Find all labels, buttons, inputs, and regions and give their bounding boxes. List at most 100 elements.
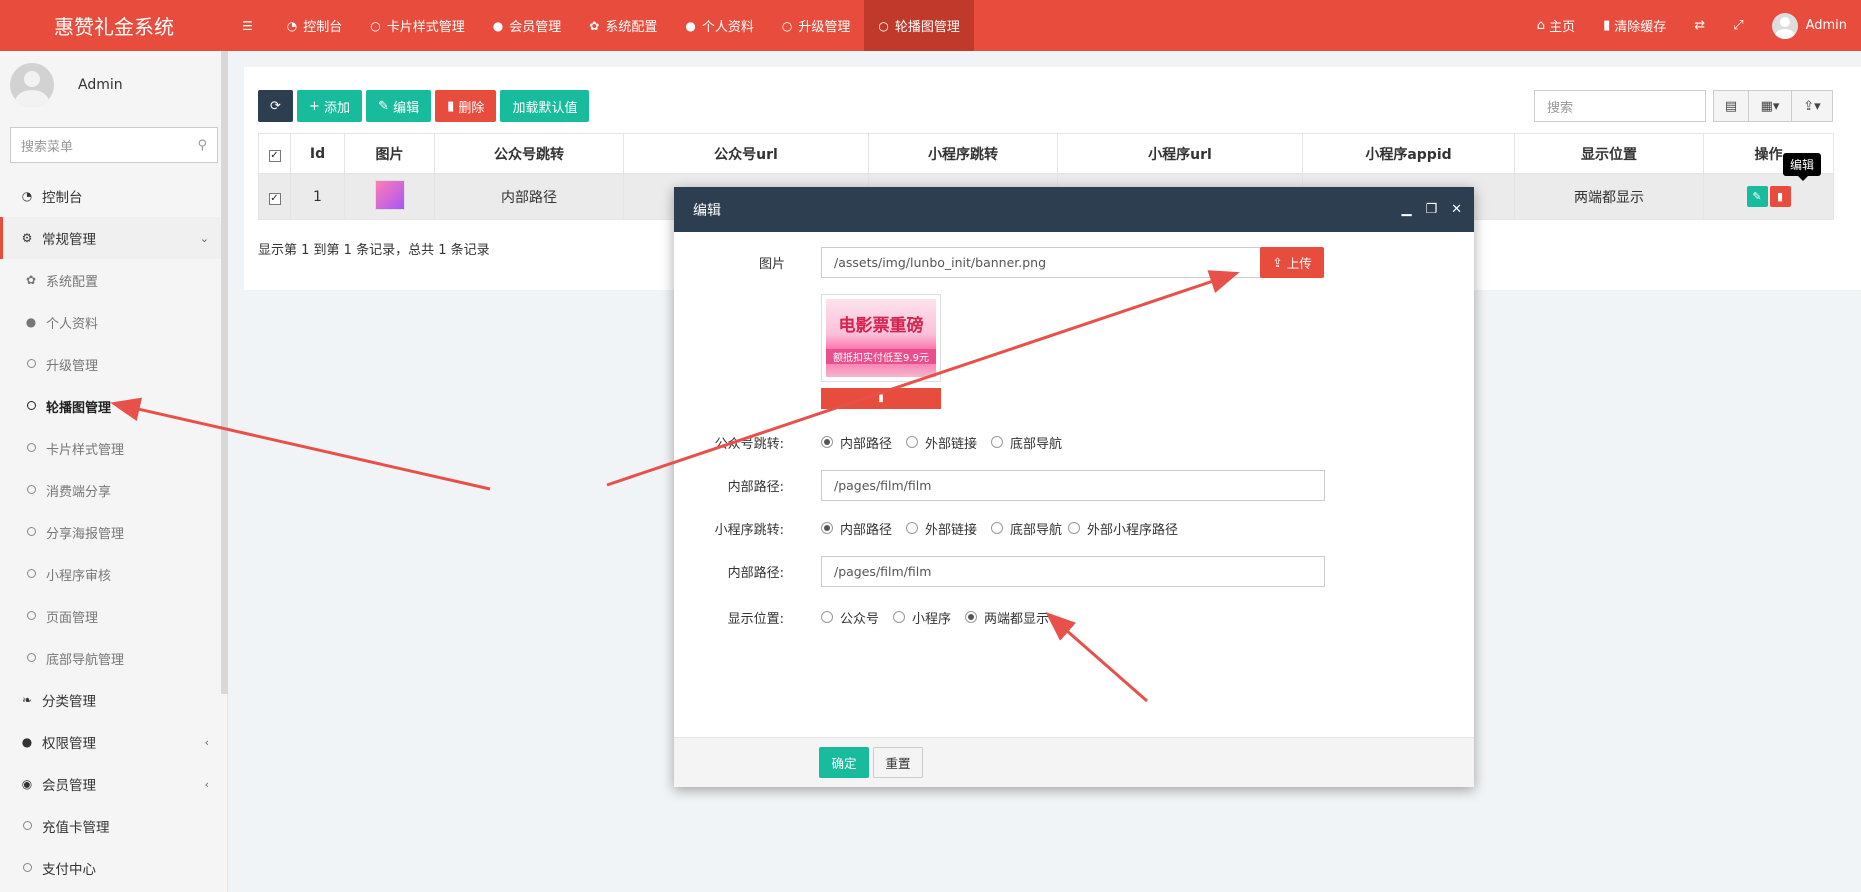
image-path-input[interactable]: /assets/img/lunbo_init/banner.png <box>821 247 1261 278</box>
select-all-checkbox[interactable]: ✓ <box>258 133 291 174</box>
cell-image[interactable] <box>344 173 435 220</box>
sidebar-item-pages[interactable]: 页面管理 <box>0 595 227 637</box>
radio-mp-internal[interactable]: 内部路径 <box>821 433 892 452</box>
confirm-button[interactable]: 确定 <box>819 747 869 778</box>
radio-position-both[interactable]: 两端都显示 <box>965 608 1049 627</box>
cell-position: 两端都显示 <box>1514 173 1704 220</box>
edit-tooltip: 编辑 <box>1783 153 1822 181</box>
edit-button[interactable]: ✎ 编辑 <box>366 90 432 122</box>
row-edit-button[interactable]: ✎ <box>1746 186 1768 207</box>
radio-position-mp[interactable]: 公众号 <box>821 608 879 627</box>
nav-tab-profile[interactable]: ● 个人资料 <box>671 0 768 51</box>
menu-search-input[interactable]: 搜索菜单 ⚲ <box>10 127 218 163</box>
refresh-icon: ⟳ <box>270 98 281 114</box>
sidebar-item-dashboard[interactable]: ◔ 控制台 <box>0 175 227 217</box>
sidebar-item-card-style[interactable]: 卡片样式管理 <box>0 427 227 469</box>
mp-path-label: 内部路径: <box>727 480 784 495</box>
nav-tab-card-style[interactable]: ○ 卡片样式管理 <box>356 0 479 51</box>
sidebar-item-category[interactable]: ❧ 分类管理 <box>0 679 227 721</box>
sidebar-item-upgrade[interactable]: 升级管理 <box>0 343 227 385</box>
radio-app-bottom-nav[interactable]: 底部导航 <box>991 519 1062 538</box>
cell-mp-jump: 内部路径 <box>434 173 624 220</box>
sidebar-item-banner[interactable]: 轮播图管理 <box>0 385 227 427</box>
plus-icon: + <box>309 98 320 114</box>
user-menu[interactable]: Admin <box>1758 12 1861 39</box>
chevron-left-icon: ‹ <box>204 735 209 749</box>
nav-tab-member[interactable]: ● 会员管理 <box>479 0 576 51</box>
circle-icon <box>24 567 38 581</box>
sidebar-item-profile[interactable]: ● 个人资料 <box>0 301 227 343</box>
cell-actions: ✎ ▮ <box>1703 173 1834 220</box>
remove-image-button[interactable]: ▮ <box>821 388 941 409</box>
column-header[interactable]: 显示位置 <box>1514 133 1704 174</box>
sidebar-item-member[interactable]: ◉ 会员管理 ‹ <box>0 763 227 805</box>
circle-icon <box>24 357 38 371</box>
sidebar-item-poster[interactable]: 分享海报管理 <box>0 511 227 553</box>
column-header[interactable]: 公众号url <box>623 133 869 174</box>
user-name: Admin <box>78 77 123 93</box>
fullscreen-button[interactable]: ⤢ <box>1719 18 1757 33</box>
table-search-input[interactable]: 搜索 <box>1534 90 1706 122</box>
toolbar: ⟳ + 添加 ✎ 编辑 ▮ 删除 加载默认值 <box>258 90 593 122</box>
upload-icon: ⇪ <box>1272 255 1283 270</box>
nav-tab-upgrade[interactable]: ○ 升级管理 <box>768 0 865 51</box>
sidebar-item-payment[interactable]: 支付中心 <box>0 847 227 889</box>
chevron-left-icon: ‹ <box>204 777 209 791</box>
mp-path-input[interactable]: /pages/film/film <box>821 470 1325 501</box>
nav-tab-banner[interactable]: ○ 轮播图管理 <box>864 0 974 51</box>
home-link[interactable]: ⌂ 主页 <box>1523 16 1589 35</box>
toggle-view-button[interactable]: ▤ <box>1713 90 1749 122</box>
banner-thumbnail[interactable] <box>374 179 405 210</box>
banner-preview-image: 电影票重磅 额抵扣实付低至9.9元 <box>826 299 936 377</box>
export-button[interactable]: ⇪▾ <box>1791 90 1833 122</box>
clear-cache-button[interactable]: ▮ 清除缓存 <box>1589 16 1680 35</box>
modal-footer: 确定 重置 <box>674 737 1474 787</box>
delete-button[interactable]: ▮ 删除 <box>435 90 497 122</box>
image-preview[interactable]: 电影票重磅 额抵扣实付低至9.9元 <box>821 294 941 382</box>
sidebar-item-recharge[interactable]: 充值卡管理 <box>0 805 227 847</box>
sidebar-item-general[interactable]: ⚙ 常规管理 ⌄ <box>0 217 227 259</box>
radio-position-app[interactable]: 小程序 <box>893 608 951 627</box>
language-button[interactable]: ⇄ <box>1680 18 1719 33</box>
sidebar-item-bottom-nav[interactable]: 底部导航管理 <box>0 637 227 679</box>
top-nav-right: ⌂ 主页 ▮ 清除缓存 ⇄ ⤢ Admin <box>1523 0 1861 51</box>
column-header[interactable]: 小程序跳转 <box>868 133 1058 174</box>
column-header[interactable]: 公众号跳转 <box>434 133 624 174</box>
cogs-icon: ⚙ <box>21 231 33 245</box>
sidebar-item-system-config[interactable]: ✿ 系统配置 <box>0 259 227 301</box>
export-icon: ⇪▾ <box>1803 98 1821 114</box>
nav-tab-dashboard[interactable]: ◔ 控制台 <box>273 0 357 51</box>
maximize-icon[interactable]: ❐ <box>1425 202 1437 217</box>
close-icon[interactable]: ✕ <box>1451 202 1462 217</box>
load-default-button[interactable]: 加载默认值 <box>500 90 590 122</box>
column-header[interactable]: 图片 <box>344 133 435 174</box>
menu-toggle-button[interactable]: ☰ <box>228 0 273 51</box>
column-header[interactable]: Id <box>290 133 345 174</box>
radio-app-internal[interactable]: 内部路径 <box>821 519 892 538</box>
sidebar-item-permission[interactable]: ● 权限管理 ‹ <box>0 721 227 763</box>
row-delete-button[interactable]: ▮ <box>1769 186 1791 207</box>
app-path-input[interactable]: /pages/film/film <box>821 556 1325 587</box>
column-header[interactable]: 小程序appid <box>1302 133 1515 174</box>
mp-jump-label: 公众号跳转: <box>714 436 784 452</box>
radio-app-external[interactable]: 外部链接 <box>906 519 977 538</box>
column-header[interactable]: 小程序url <box>1057 133 1303 174</box>
app-logo[interactable]: 惠赞礼金系统 <box>0 0 228 51</box>
upload-button[interactable]: ⇪ 上传 <box>1260 247 1324 278</box>
reset-button[interactable]: 重置 <box>873 747 923 778</box>
add-button[interactable]: + 添加 <box>297 90 363 122</box>
columns-button[interactable]: ▦▾ <box>1748 90 1792 122</box>
row-checkbox[interactable]: ✓ <box>258 173 291 220</box>
sidebar-item-miniapp-review[interactable]: 小程序审核 <box>0 553 227 595</box>
minimize-icon[interactable]: ▁ <box>1401 202 1411 217</box>
refresh-button[interactable]: ⟳ <box>258 90 293 122</box>
radio-app-external-miniapp[interactable]: 外部小程序路径 <box>1068 519 1178 538</box>
radio-mp-external[interactable]: 外部链接 <box>906 433 977 452</box>
user-icon: ● <box>685 18 696 33</box>
sidebar-item-consumer-share[interactable]: 消费端分享 <box>0 469 227 511</box>
radio-mp-bottom-nav[interactable]: 底部导航 <box>991 433 1062 452</box>
avatar-icon <box>1771 12 1798 39</box>
dashboard-icon: ◔ <box>286 18 298 33</box>
nav-tab-system-config[interactable]: ✿ 系统配置 <box>575 0 671 51</box>
sidebar-scrollbar[interactable] <box>221 51 228 694</box>
